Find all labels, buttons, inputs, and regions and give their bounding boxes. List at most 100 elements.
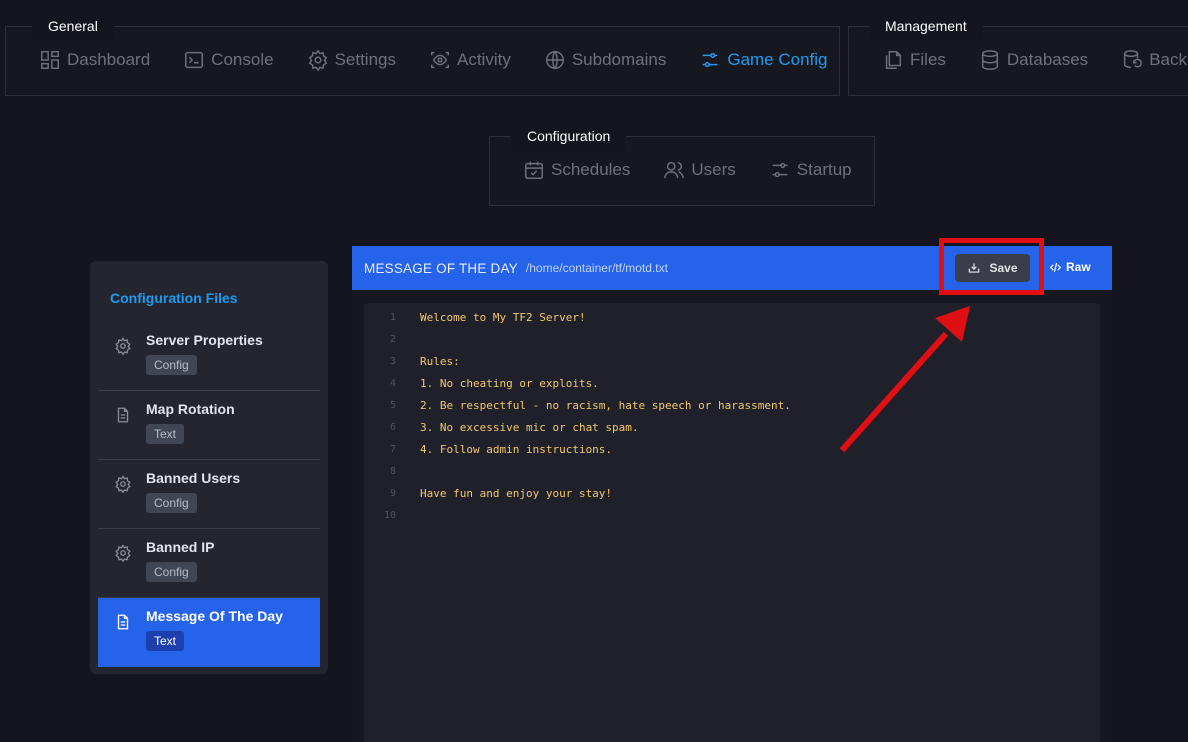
nav-group-general: General Dashboard Console Settings Activ… — [5, 11, 840, 96]
nav-group-management: Management Files Databases Backu — [848, 11, 1188, 96]
settings-icon — [307, 49, 329, 71]
nav-item-schedules[interactable]: Schedules — [523, 159, 630, 181]
nav-item-label: Backu — [1149, 50, 1188, 69]
users-icon — [663, 159, 685, 181]
file-name: Map Rotation — [146, 401, 235, 417]
file-type-badge: Text — [146, 631, 185, 651]
line-text: 3. No excessive mic or chat spam. — [420, 421, 639, 434]
nav-item-subdomains[interactable]: Subdomains — [544, 49, 667, 71]
gear-icon — [114, 337, 132, 356]
code-line: 8 — [364, 461, 1100, 483]
code-line: 9 Have fun and enjoy your stay! — [364, 483, 1100, 505]
nav-item-dashboard[interactable]: Dashboard — [39, 49, 150, 71]
line-number: 8 — [389, 466, 396, 477]
nav-item-label: Startup — [796, 160, 852, 179]
file-item-banned-users[interactable]: Banned Users Config — [98, 460, 320, 529]
nav-row-management: Files Databases Backu — [882, 49, 1188, 71]
dashboard-icon — [39, 49, 61, 71]
line-number: 7 — [389, 444, 396, 455]
sliders-icon — [699, 49, 721, 71]
gear-icon — [114, 475, 132, 494]
nav-item-label: Schedules — [551, 160, 631, 179]
line-text: Have fun and enjoy your stay! — [420, 487, 613, 500]
file-type-badge: Config — [146, 562, 197, 582]
code-line: 4 1. No cheating or exploits. — [364, 373, 1100, 395]
nav-row-general: Dashboard Console Settings Activity Subd… — [39, 49, 861, 71]
code-icon — [1049, 262, 1062, 272]
backup-icon — [1121, 49, 1143, 71]
code-line: 1 Welcome to My TF2 Server! — [364, 307, 1100, 329]
nav-item-label: Databases — [1006, 50, 1089, 69]
raw-button-label: Raw — [1066, 260, 1091, 274]
nav-item-activity[interactable]: Activity — [429, 49, 511, 71]
nav-item-console[interactable]: Console — [183, 49, 274, 71]
nav-item-databases[interactable]: Databases — [979, 49, 1088, 71]
code-editor[interactable]: 1 Welcome to My TF2 Server! 2 3 Rules: 4 1.… — [364, 303, 1100, 742]
file-type-badge: Text — [146, 424, 185, 444]
code-line: 6 3. No excessive mic or chat spam. — [364, 417, 1100, 439]
nav-item-files[interactable]: Files — [882, 49, 946, 71]
nav-item-label: Subdomains — [571, 50, 667, 69]
file-type-badge: Config — [146, 493, 197, 513]
line-text: Welcome to My TF2 Server! — [420, 311, 586, 324]
line-number: 6 — [389, 422, 396, 433]
document-icon — [114, 613, 132, 631]
line-text: 1. No cheating or exploits. — [420, 377, 599, 390]
line-text: 2. Be respectful - no racism, hate speec… — [420, 399, 791, 412]
line-number: 5 — [389, 400, 396, 411]
file-name: Message Of The Day — [146, 608, 283, 624]
globe-icon — [544, 49, 566, 71]
nav-item-users[interactable]: Users — [663, 159, 736, 181]
nav-group-label: General — [32, 11, 114, 41]
file-item-message-of-the-day[interactable]: Message Of The Day Text — [98, 598, 320, 667]
nav-item-label: Settings — [334, 50, 396, 69]
line-text: 4. Follow admin instructions. — [420, 443, 613, 456]
activity-icon — [429, 49, 451, 71]
nav-item-label: Files — [910, 50, 946, 69]
line-text: Rules: — [420, 355, 460, 368]
nav-item-settings[interactable]: Settings — [307, 49, 396, 71]
nav-group-configuration: Configuration Schedules Users Startup — [489, 121, 875, 206]
files-icon — [882, 49, 904, 71]
raw-button[interactable]: Raw — [1049, 260, 1091, 274]
save-highlight-box — [939, 238, 1044, 295]
code-line: 3 Rules: — [364, 351, 1100, 373]
nav-item-label: Game Config — [727, 50, 828, 69]
line-number: 3 — [389, 356, 396, 367]
nav-item-label: Console — [211, 50, 274, 69]
file-item-banned-ip[interactable]: Banned IP Config — [98, 529, 320, 598]
nav-item-label: Dashboard — [67, 50, 151, 69]
code-line: 2 — [364, 329, 1100, 351]
file-name: Banned Users — [146, 470, 241, 486]
nav-item-startup[interactable]: Startup — [769, 159, 852, 181]
file-name: Server Properties — [146, 332, 263, 348]
line-number: 9 — [389, 488, 396, 499]
nav-item-label: Activity — [456, 50, 511, 69]
sidebar-title: Configuration Files — [110, 290, 238, 306]
gear-icon — [114, 544, 132, 563]
file-item-server-properties[interactable]: Server Properties Config — [98, 322, 320, 391]
editor-title: MESSAGE OF THE DAY — [364, 260, 518, 276]
sliders-icon — [769, 159, 791, 181]
file-name: Banned IP — [146, 539, 215, 555]
database-icon — [979, 49, 1001, 71]
document-icon — [114, 406, 132, 424]
nav-item-label: Users — [691, 160, 736, 179]
code-line: 7 4. Follow admin instructions. — [364, 439, 1100, 461]
nav-group-label: Management — [869, 11, 983, 41]
code-line: 10 — [364, 505, 1100, 527]
code-line: 5 2. Be respectful - no racism, hate spee… — [364, 395, 1100, 417]
calendar-icon — [523, 159, 545, 181]
line-number: 4 — [389, 378, 396, 389]
line-number: 1 — [389, 312, 396, 323]
nav-item-backups[interactable]: Backu — [1121, 49, 1188, 71]
line-number: 10 — [383, 510, 396, 521]
file-item-map-rotation[interactable]: Map Rotation Text — [98, 391, 320, 460]
nav-item-game-config[interactable]: Game Config — [699, 49, 828, 71]
editor-file-path: /home/container/tf/motd.txt — [525, 261, 668, 275]
console-icon — [183, 49, 205, 71]
file-type-badge: Config — [146, 355, 197, 375]
nav-row-configuration: Schedules Users Startup — [523, 159, 885, 181]
line-number: 2 — [389, 334, 396, 345]
nav-group-label: Configuration — [511, 121, 627, 151]
